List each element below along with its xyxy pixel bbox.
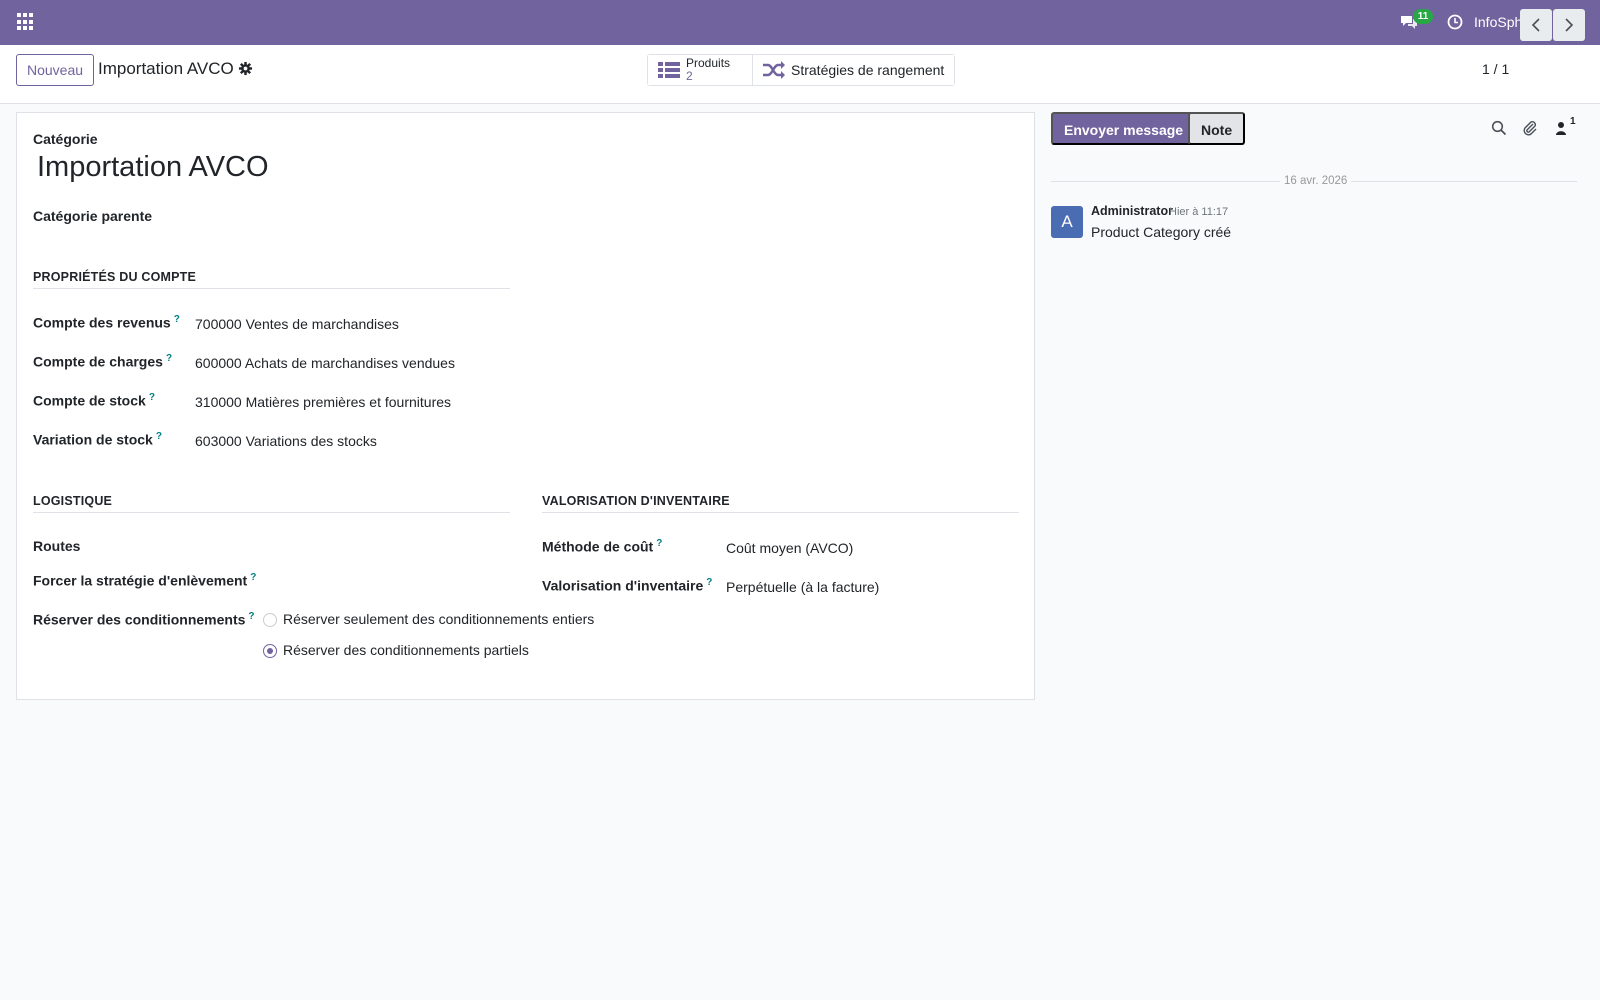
chevron-left-icon bbox=[1531, 18, 1540, 32]
control-panel: Nouveau Importation AVCO Produits 2 Stra… bbox=[0, 45, 1600, 104]
costing-method-label: Méthode de coût? bbox=[542, 538, 662, 555]
pager-next-button[interactable] bbox=[1553, 9, 1585, 41]
help-icon[interactable]: ? bbox=[174, 314, 180, 325]
expense-account-label-text: Compte de charges bbox=[33, 353, 163, 370]
top-navbar bbox=[0, 0, 1600, 45]
clock-icon[interactable] bbox=[1447, 14, 1463, 30]
costing-method-label-text: Méthode de coût bbox=[542, 538, 654, 555]
stock-account-field[interactable]: 310000 Matières premières et fournitures bbox=[195, 394, 451, 410]
stock-account-label: Compte de stock? bbox=[33, 392, 155, 409]
message-body: Product Category créé bbox=[1091, 224, 1232, 240]
stock-variation-label: Variation de stock? bbox=[33, 431, 162, 448]
products-smart-button[interactable]: Produits 2 bbox=[648, 55, 752, 85]
message-author[interactable]: Administrator bbox=[1091, 204, 1173, 218]
parent-category-label: Catégorie parente bbox=[33, 208, 153, 224]
income-account-field[interactable]: 700000 Ventes de marchandises bbox=[195, 316, 399, 332]
message-author-avatar[interactable]: A bbox=[1051, 206, 1083, 238]
help-icon[interactable]: ? bbox=[656, 538, 662, 549]
packaging-reservation-label-text: Réserver des conditionnements bbox=[33, 611, 246, 628]
putaway-strategies-smart-button[interactable]: Stratégies de rangement bbox=[752, 55, 955, 85]
message-date: Hier à 11:17 bbox=[1169, 206, 1229, 218]
apps-menu-icon[interactable] bbox=[17, 13, 35, 31]
radio-partial-packaging[interactable] bbox=[263, 644, 277, 658]
category-label: Catégorie bbox=[33, 131, 98, 147]
logistics-section-divider bbox=[33, 512, 510, 513]
send-message-button[interactable]: Envoyer message bbox=[1051, 112, 1197, 145]
help-icon[interactable]: ? bbox=[149, 392, 155, 403]
chevron-right-icon bbox=[1565, 18, 1574, 32]
products-smart-value: 2 bbox=[686, 69, 693, 83]
list-icon bbox=[658, 62, 680, 78]
gear-icon[interactable] bbox=[238, 61, 253, 76]
income-account-label: Compte des revenus? bbox=[33, 314, 180, 331]
smart-buttons: Produits 2 Stratégies de rangement bbox=[647, 54, 956, 86]
putaway-strategies-label: Stratégies de rangement bbox=[791, 62, 945, 78]
inventory-valuation-label: Valorisation d'inventaire? bbox=[542, 577, 712, 594]
search-icon[interactable] bbox=[1491, 120, 1507, 136]
stock-variation-field[interactable]: 603000 Variations des stocks bbox=[195, 433, 377, 449]
account-section-divider bbox=[33, 288, 510, 289]
help-icon[interactable]: ? bbox=[156, 431, 162, 442]
inventory-valuation-label-text: Valorisation d'inventaire bbox=[542, 577, 704, 594]
pager-previous-button[interactable] bbox=[1520, 9, 1552, 41]
radio-partial-packaging-label[interactable]: Réserver des conditionnements partiels bbox=[283, 642, 529, 658]
record-breadcrumb-title: Importation AVCO bbox=[98, 59, 234, 78]
inventory-valuation-section-title: Valorisation d'inventaire bbox=[542, 494, 730, 508]
expense-account-field[interactable]: 600000 Achats de marchandises vendues bbox=[195, 355, 455, 371]
expense-account-label: Compte de charges? bbox=[33, 353, 172, 370]
log-note-button[interactable]: Note bbox=[1188, 112, 1246, 145]
help-icon[interactable]: ? bbox=[250, 572, 256, 583]
income-account-label-text: Compte des revenus bbox=[33, 314, 171, 331]
pager-value[interactable]: 1 / 1 bbox=[1482, 61, 1509, 77]
help-icon[interactable]: ? bbox=[706, 577, 712, 588]
paperclip-icon[interactable] bbox=[1522, 120, 1538, 136]
new-button[interactable]: Nouveau bbox=[16, 54, 95, 86]
stock-account-label-text: Compte de stock bbox=[33, 392, 146, 409]
form-sheet: Catégorie Importation AVCO Catégorie par… bbox=[16, 112, 1035, 700]
account-properties-section-title: Propriétés du compte bbox=[33, 270, 197, 284]
category-name-input[interactable]: Importation AVCO bbox=[37, 151, 269, 184]
costing-method-field[interactable]: Coût moyen (AVCO) bbox=[726, 540, 853, 556]
routes-label: Routes bbox=[33, 538, 81, 554]
removal-strategy-label: Forcer la stratégie d'enlèvement? bbox=[33, 572, 256, 589]
radio-full-packaging[interactable] bbox=[263, 613, 277, 627]
help-icon[interactable]: ? bbox=[166, 353, 172, 364]
valuation-section-divider bbox=[542, 512, 1019, 513]
help-icon[interactable]: ? bbox=[248, 611, 254, 622]
logistics-section-title: Logistique bbox=[33, 494, 113, 508]
radio-full-packaging-label[interactable]: Réserver seulement des conditionnements … bbox=[283, 611, 594, 627]
date-separator: 16 avr. 2026 bbox=[1280, 175, 1352, 187]
removal-strategy-label-text: Forcer la stratégie d'enlèvement bbox=[33, 572, 248, 589]
chat-count-badge: 11 bbox=[1413, 9, 1433, 24]
packaging-reservation-label: Réserver des conditionnements? bbox=[33, 611, 255, 628]
followers-count: 1 bbox=[1570, 116, 1576, 127]
stock-variation-label-text: Variation de stock bbox=[33, 431, 153, 448]
inventory-valuation-field[interactable]: Perpétuelle (à la facture) bbox=[726, 579, 879, 595]
random-icon bbox=[763, 61, 785, 79]
followers-icon[interactable] bbox=[1553, 120, 1569, 136]
